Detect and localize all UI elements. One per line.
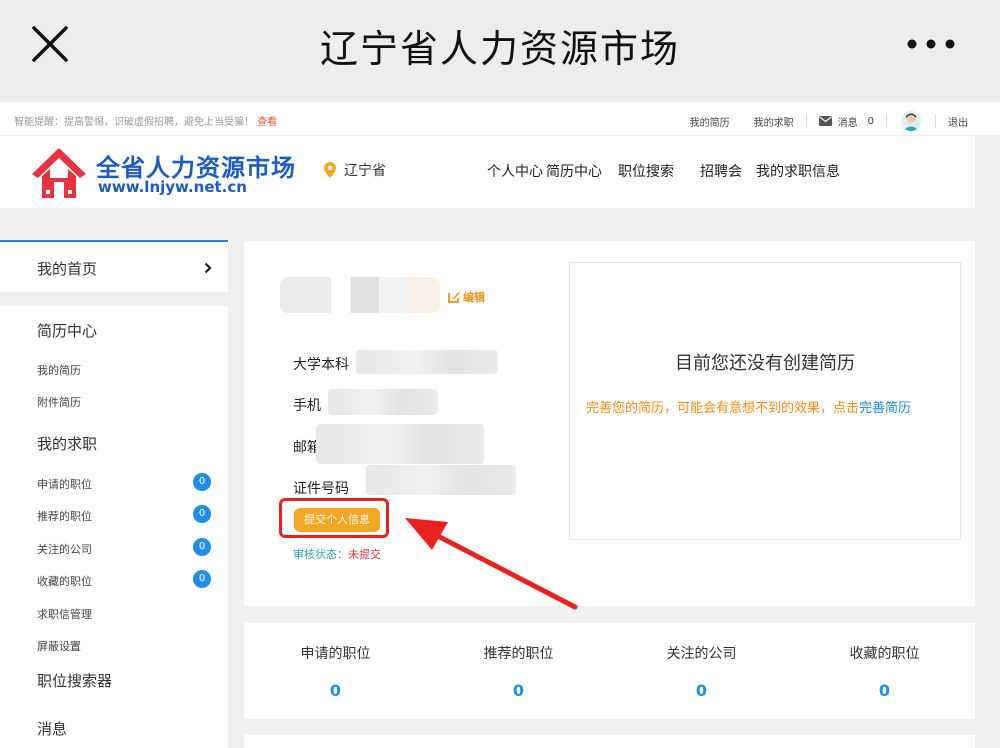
followed-count-badge: 0 xyxy=(193,538,211,556)
stat-value: 0 xyxy=(878,681,891,700)
sidebar-item-favorited[interactable]: 收藏的职位 xyxy=(37,573,92,589)
stat-label: 申请的职位 xyxy=(300,646,371,662)
submit-highlight-box: 提交个人信息 xyxy=(279,498,389,538)
stat-label: 关注的公司 xyxy=(666,646,737,662)
no-resume-headline: 目前您还没有创建简历 xyxy=(675,353,855,374)
status-label: 审核状态： xyxy=(293,548,348,561)
top-messages-link[interactable]: 消息 0 xyxy=(807,114,886,129)
applied-count-badge: 0 xyxy=(193,473,211,491)
blurred-id-number xyxy=(366,465,516,495)
sidebar-item-letter-manage[interactable]: 求职信管理 xyxy=(37,606,92,622)
submit-personal-info-button[interactable]: 提交个人信息 xyxy=(294,508,380,532)
stat-followed[interactable]: 关注的公司 0 xyxy=(610,643,793,700)
safety-notice: 智能提醒：提高警惕，识破虚假招聘，避免上当受骗！ 查看 xyxy=(14,113,277,128)
notice-text: 智能提醒：提高警惕，识破虚假招聘，避免上当受骗！ xyxy=(14,117,254,128)
blurred-phone xyxy=(328,389,438,415)
id-number-label: 证件号码 xyxy=(293,481,349,497)
sidebar-item-home[interactable]: 我的首页 xyxy=(0,240,228,292)
resume-hint: 完善您的简历，可能会有意想不到的效果，点击完善简历 xyxy=(586,397,976,416)
stat-value: 0 xyxy=(329,681,342,700)
sidebar: 我的首页 简历中心 我的简历 附件简历 我的求职 申请的职位 0 推荐的职位 0… xyxy=(0,240,228,748)
top-my-resume-link[interactable]: 我的简历 xyxy=(678,114,742,129)
phone-label: 手机 xyxy=(293,398,321,414)
sidebar-section-job-searcher[interactable]: 职位搜索器 xyxy=(37,670,112,691)
app-title: 辽宁省人力资源市场 xyxy=(319,27,680,71)
logo-house-icon[interactable] xyxy=(28,144,90,202)
sidebar-item-block-settings[interactable]: 屏蔽设置 xyxy=(37,638,81,654)
resume-empty-panel: 目前您还没有创建简历 完善您的简历，可能会有意想不到的效果，点击完善简历 xyxy=(569,262,961,540)
stat-label: 收藏的职位 xyxy=(849,646,920,662)
messages-label: 消息 xyxy=(837,117,858,129)
blurred-name xyxy=(280,277,440,313)
favorited-count-badge: 0 xyxy=(193,570,211,588)
stat-favorited[interactable]: 收藏的职位 0 xyxy=(793,643,976,700)
edit-icon xyxy=(448,292,460,303)
sidebar-item-attachment-resume[interactable]: 附件简历 xyxy=(37,394,81,410)
sidebar-section-messages[interactable]: 消息 xyxy=(37,718,67,739)
review-status: 审核状态：未提交 xyxy=(293,546,381,562)
chevron-right-icon xyxy=(204,262,212,274)
sidebar-item-recommended[interactable]: 推荐的职位 xyxy=(37,508,92,524)
stat-value: 0 xyxy=(695,681,708,700)
user-avatar-icon xyxy=(903,113,919,131)
sidebar-item-my-resume[interactable]: 我的简历 xyxy=(37,362,81,378)
nav-resume-center[interactable]: 简历中心 xyxy=(546,161,602,181)
notice-view-link[interactable]: 查看 xyxy=(257,117,277,128)
nav-my-job-info[interactable]: 我的求职信息 xyxy=(756,161,840,181)
stats-card: 申请的职位 0 推荐的职位 0 关注的公司 0 收藏的职位 0 xyxy=(244,623,975,719)
sidebar-home-label: 我的首页 xyxy=(37,260,98,278)
education-label: 大学本科 xyxy=(293,357,349,373)
stat-value: 0 xyxy=(512,681,525,700)
next-card-edge xyxy=(244,735,975,748)
blurred-email xyxy=(316,424,484,464)
location-selector[interactable]: 辽宁省 xyxy=(324,160,386,180)
blurred-education xyxy=(356,350,498,374)
top-links: 我的简历 我的求职 消息 0 退出 xyxy=(678,111,980,131)
edit-label: 编辑 xyxy=(463,291,485,304)
top-my-job-link[interactable]: 我的求职 xyxy=(742,114,806,129)
avatar[interactable] xyxy=(901,111,921,131)
logout-link[interactable]: 退出 xyxy=(936,114,980,129)
edit-profile-button[interactable]: 编辑 xyxy=(447,289,485,305)
status-value: 未提交 xyxy=(348,548,381,561)
nav-job-search[interactable]: 职位搜索 xyxy=(618,161,674,181)
app-bar: 辽宁省人力资源市场 xyxy=(0,0,1000,100)
mail-icon xyxy=(818,116,832,126)
sidebar-menu: 简历中心 我的简历 附件简历 我的求职 申请的职位 0 推荐的职位 0 关注的公… xyxy=(0,306,228,748)
location-text: 辽宁省 xyxy=(344,163,386,179)
complete-resume-link[interactable]: 完善简历 xyxy=(859,401,911,416)
sidebar-section-my-job[interactable]: 我的求职 xyxy=(37,433,97,454)
nav-personal-center[interactable]: 个人中心 xyxy=(487,161,543,181)
stat-applied[interactable]: 申请的职位 0 xyxy=(244,643,427,700)
sidebar-item-applied[interactable]: 申请的职位 xyxy=(37,476,92,492)
sidebar-item-followed[interactable]: 关注的公司 xyxy=(37,541,92,557)
messages-count: 0 xyxy=(867,115,874,127)
resume-hint-text: 完善您的简历，可能会有意想不到的效果，点击 xyxy=(586,401,860,416)
logo-url: www.lnjyw.net.cn xyxy=(98,178,247,196)
stat-label: 推荐的职位 xyxy=(483,646,554,662)
site-header: 全省人力资源市场 www.lnjyw.net.cn 辽宁省 个人中心 简历中心 … xyxy=(0,136,975,208)
stat-recommended[interactable]: 推荐的职位 0 xyxy=(427,643,610,700)
more-icon[interactable] xyxy=(906,38,956,50)
divider xyxy=(886,114,887,128)
recommended-count-badge: 0 xyxy=(193,505,211,523)
top-strip: 智能提醒：提高警惕，识破虚假招聘，避免上当受骗！ 查看 我的简历 我的求职 消息… xyxy=(0,102,1000,136)
location-pin-icon xyxy=(324,162,336,178)
sidebar-section-resume-center[interactable]: 简历中心 xyxy=(37,320,97,341)
nav-job-fair[interactable]: 招聘会 xyxy=(700,161,742,181)
profile-card: 编辑 大学本科 手机 邮箱 证件号码 提交个人信息 审核状态：未提交 目前您还没… xyxy=(244,241,975,606)
